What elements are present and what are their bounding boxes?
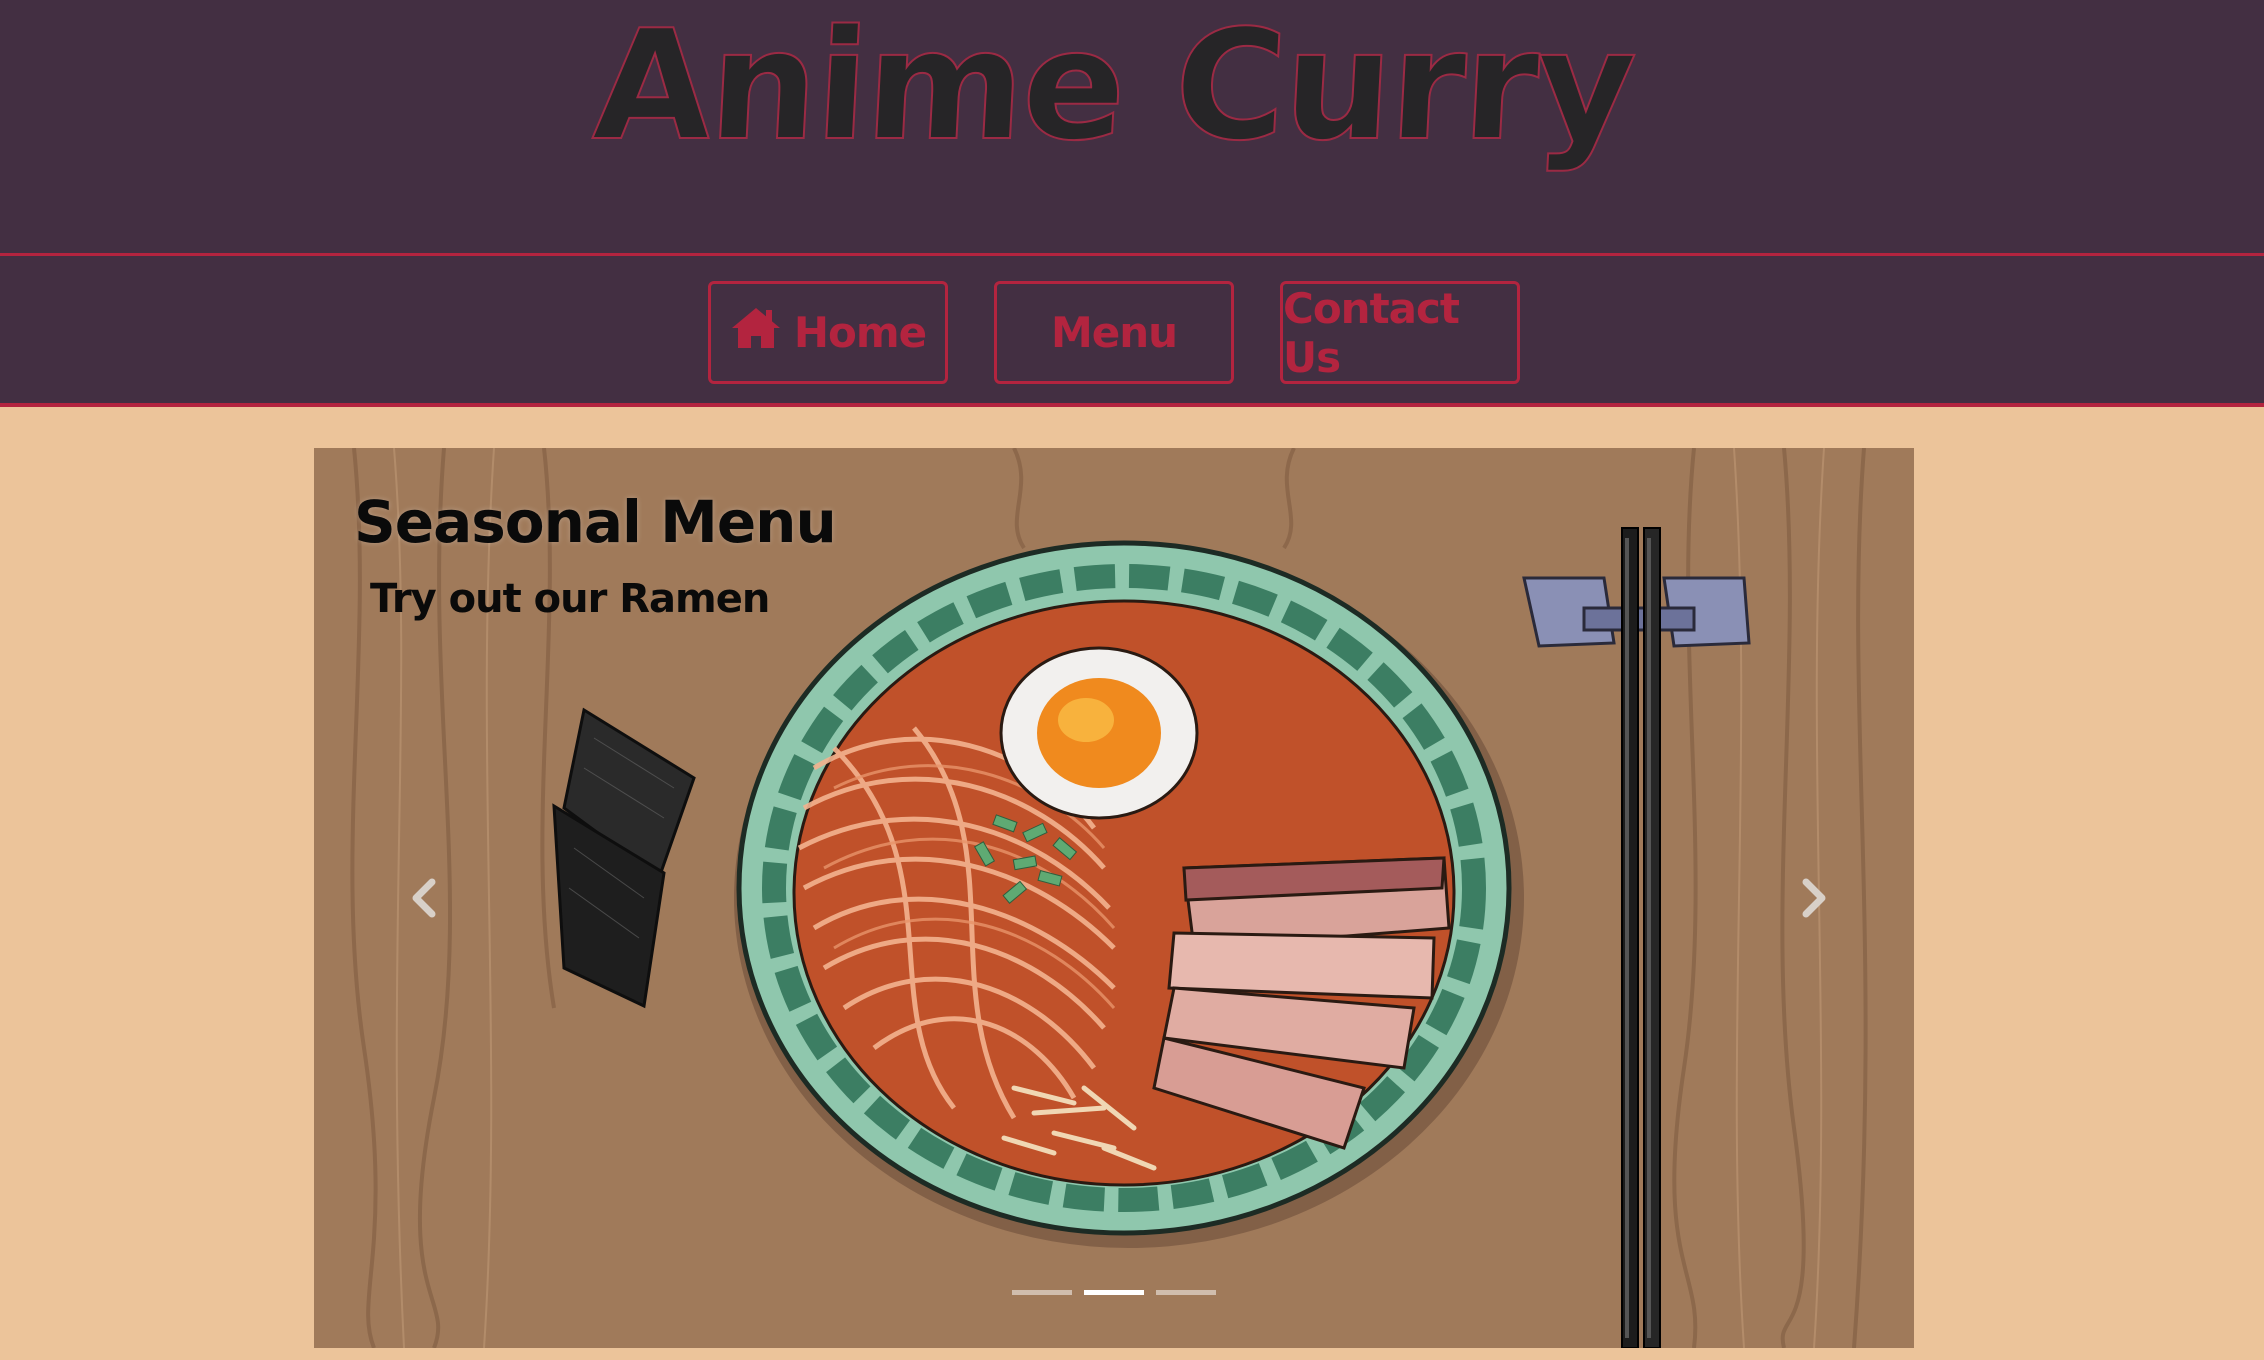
chevron-left-icon <box>412 878 436 918</box>
site-title: Anime Curry <box>589 0 1639 175</box>
main-nav: Home Menu Contact Us <box>0 256 2264 407</box>
hero-carousel: Seasonal Menu Try out our Ramen <box>314 448 1914 1348</box>
nav-menu-button[interactable]: Menu <box>994 281 1234 384</box>
carousel-prev-button[interactable] <box>394 866 454 930</box>
chevron-right-icon <box>1802 878 1826 918</box>
carousel-indicator-3[interactable] <box>1156 1290 1216 1295</box>
nav-contact-button[interactable]: Contact Us <box>1280 281 1520 384</box>
carousel-indicator-2[interactable] <box>1084 1290 1144 1295</box>
nav-contact-label: Contact Us <box>1283 283 1460 382</box>
site-header: Anime Curry <box>0 0 2264 256</box>
nav-menu-label: Menu <box>1050 308 1178 357</box>
nav-home-label: Home <box>793 308 927 357</box>
carousel-caption-subtitle: Try out our Ramen <box>370 576 770 622</box>
carousel-indicator-1[interactable] <box>1012 1290 1072 1295</box>
nav-home-button[interactable]: Home <box>708 281 948 384</box>
carousel-next-button[interactable] <box>1784 866 1844 930</box>
carousel-caption-title: Seasonal Menu <box>354 488 837 556</box>
home-icon <box>730 306 782 360</box>
carousel-indicators <box>314 1290 1914 1295</box>
